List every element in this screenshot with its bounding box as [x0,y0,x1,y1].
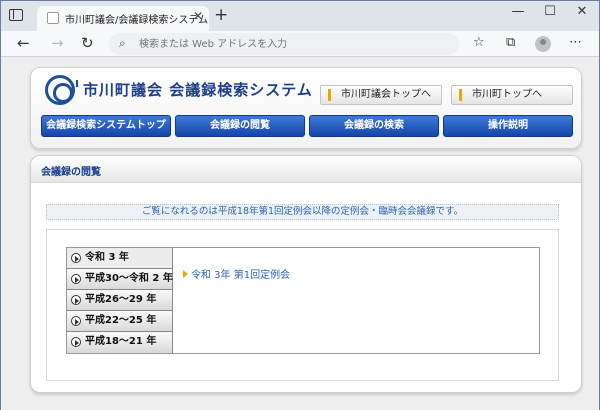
link-marker-icon [328,89,331,101]
year-item-h26-29[interactable]: 平成26～29 年 [67,290,173,311]
session-link[interactable]: 令和 3年 第1回定例会 [183,266,290,281]
site-title: 市川町議会 会議録検索システム [83,81,313,99]
year-item-h22-25[interactable]: 平成22～25 年 [67,311,173,332]
link-marker-icon [459,89,462,101]
reload-button[interactable]: ↻ [81,34,94,52]
settings-menu-icon[interactable]: ⋯ [569,35,582,50]
browser-window: 市川町議会/会議録検索システム ✕ + — ☐ ✕ ← → ↻ ⌕ ☆ ⧉ ⋯ … [0,0,600,410]
tab-actions-icon[interactable] [9,9,23,21]
search-icon: ⌕ [119,36,126,50]
back-button[interactable]: ← [17,34,30,52]
circle-arrow-icon [71,253,81,263]
triangle-bullet-icon [183,270,188,278]
nav-instructions[interactable]: 操作説明 [443,115,573,137]
year-label: 平成26～29 年 [85,294,157,305]
year-label: 平成22～25 年 [85,315,157,326]
year-item-h18-21[interactable]: 平成18～21 年 [67,332,173,353]
year-list: 令和 3 年 平成30～令和 2 年 平成26～29 年 平成22～25 年 平… [67,248,173,353]
browser-tab[interactable]: 市川町議会/会議録検索システム ✕ [37,6,209,31]
page-viewport: 市川町議会 会議録検索システム 市川町議会トップへ 市川町トップへ 会議録検索シ… [1,58,599,410]
circle-arrow-icon [71,295,81,305]
site-header: 市川町議会 会議録検索システム 市川町議会トップへ 市川町トップへ 会議録検索シ… [30,67,582,149]
profile-avatar[interactable] [535,36,551,52]
availability-notice: ご覧になれるのは平成18年第1回定例会以降の定例会・臨時会会議録です。 [46,204,559,220]
favorites-icon[interactable]: ☆ [473,35,485,50]
new-tab-button[interactable]: + [214,5,228,25]
maximize-button[interactable]: ☐ [535,4,565,19]
address-input[interactable] [139,36,439,52]
minimize-button[interactable]: — [503,4,533,19]
nav-search-minutes[interactable]: 会議録の検索 [309,115,439,137]
section-header: 会議録の閲覧 [31,156,581,183]
session-link-label: 令和 3年 第1回定例会 [191,270,291,281]
nav-search-system-top[interactable]: 会議録検索システムトップ [41,115,171,137]
town-emblem-icon [45,75,78,105]
address-bar[interactable]: ⌕ [109,33,459,55]
close-window-button[interactable]: ✕ [567,4,597,19]
forward-button[interactable]: → [51,34,64,52]
favicon-icon [47,12,59,24]
circle-arrow-icon [71,274,81,284]
horizontal-scrollbar[interactable] [30,399,582,407]
section-title: 会議録の閲覧 [41,167,101,178]
circle-arrow-icon [71,316,81,326]
year-label: 令和 3 年 [85,252,129,263]
council-top-link[interactable]: 市川町議会トップへ [320,85,442,105]
year-label: 平成18～21 年 [85,336,157,347]
minutes-frame: 令和 3 年 平成30～令和 2 年 平成26～29 年 平成22～25 年 平… [46,229,559,381]
tab-close-icon[interactable]: ✕ [193,9,203,23]
tab-bar: 市川町議会/会議録検索システム ✕ + — ☐ ✕ [1,1,599,31]
minutes-table: 令和 3 年 平成30～令和 2 年 平成26～29 年 平成22～25 年 平… [66,247,540,354]
tab-title: 市川町議会/会議録検索システム [65,15,209,26]
town-top-label: 市川町トップへ [472,89,542,100]
year-item-h30-r2[interactable]: 平成30～令和 2 年 [67,269,173,290]
town-top-link[interactable]: 市川町トップへ [451,85,573,105]
browser-toolbar: ← → ↻ ⌕ ☆ ⧉ ⋯ [1,31,599,57]
year-item-r3[interactable]: 令和 3 年 [67,248,173,269]
collections-icon[interactable]: ⧉ [506,35,515,50]
main-nav: 会議録検索システムトップ 会議録の閲覧 会議録の検索 操作説明 [41,115,573,137]
browse-panel: 会議録の閲覧 ご覧になれるのは平成18年第1回定例会以降の定例会・臨時会会議録で… [30,155,582,393]
year-label: 平成30～令和 2 年 [85,273,173,284]
council-top-label: 市川町議会トップへ [341,89,431,100]
nav-browse-minutes[interactable]: 会議録の閲覧 [175,115,305,137]
circle-arrow-icon [71,337,81,347]
